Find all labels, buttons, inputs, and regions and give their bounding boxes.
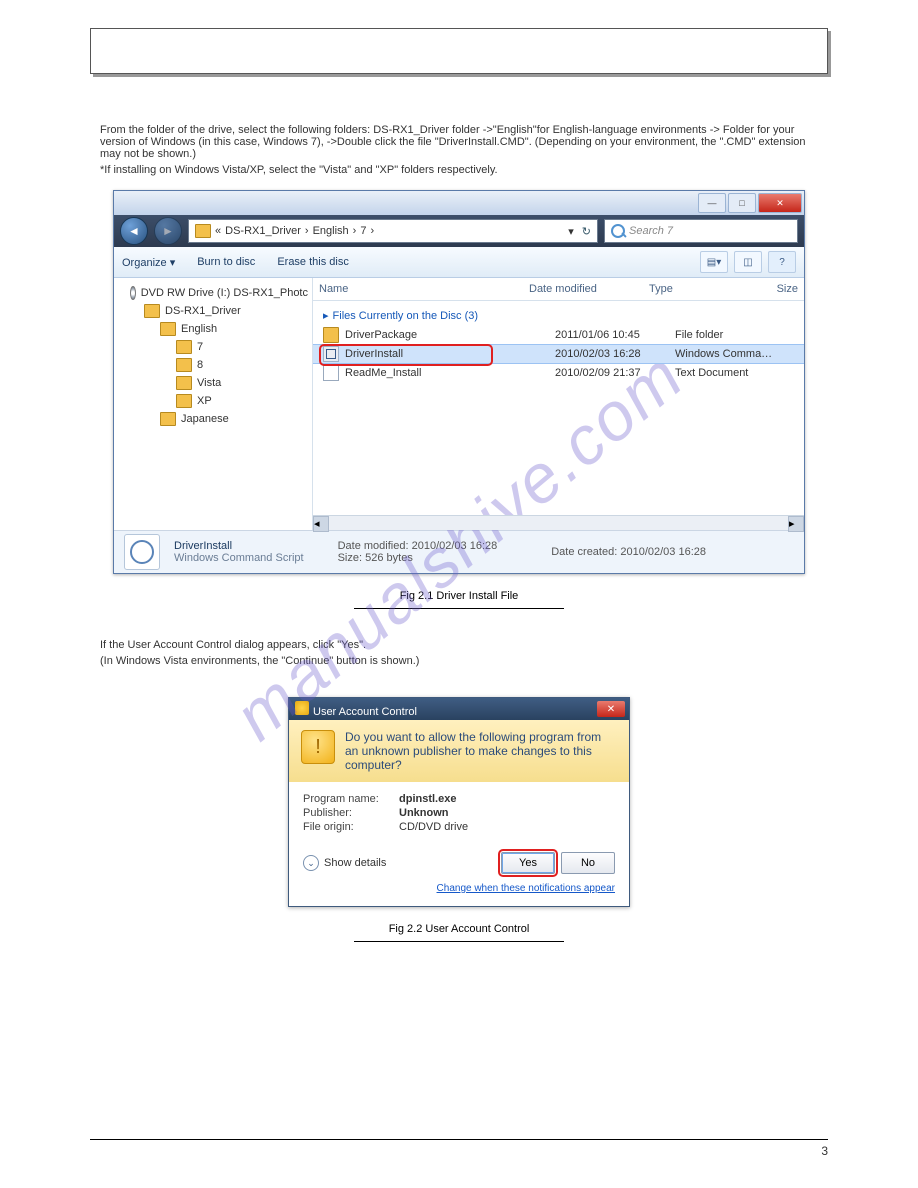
figure-1-caption: Fig 2.1 Driver Install File [90, 590, 828, 602]
column-headers[interactable]: Name Date modified Type Size [313, 278, 804, 301]
burn-button[interactable]: Burn to disc [197, 256, 255, 268]
tree-item[interactable]: Vista [118, 374, 308, 392]
disc-icon [130, 286, 136, 300]
col-type[interactable]: Type [649, 283, 759, 295]
change-notifications-link[interactable]: Change when these notifications appear [437, 883, 615, 894]
tree-item[interactable]: DS-RX1_Driver [118, 302, 308, 320]
nav-bar: ◄ ► « DS-RX1_Driver› English› 7› ▾↻ Sear… [114, 215, 804, 247]
folder-icon [176, 376, 192, 390]
erase-button[interactable]: Erase this disc [277, 256, 349, 268]
search-icon [611, 224, 625, 238]
uac-body: Program name:dpinstl.exe Publisher:Unkno… [289, 782, 629, 844]
scroll-left-button[interactable]: ◂ [313, 516, 329, 532]
page-header-box [90, 28, 828, 74]
maximize-button[interactable]: □ [728, 193, 756, 213]
uac-instruction-1: If the User Account Control dialog appea… [100, 639, 828, 651]
file-row[interactable]: ReadMe_Install 2010/02/09 21:37 Text Doc… [313, 364, 804, 382]
preview-pane-button[interactable]: ◫ [734, 251, 762, 273]
chevron-down-icon: ⌄ [303, 855, 319, 871]
folder-icon [160, 322, 176, 336]
instruction-1: From the folder of the drive, select the… [100, 124, 828, 160]
instruction-2: *If installing on Windows Vista/XP, sele… [100, 164, 828, 176]
tree-item[interactable]: DVD RW Drive (I:) DS-RX1_Photc [118, 284, 308, 302]
uac-titlebar: User Account Control ✕ [289, 698, 629, 720]
page-number: 3 [821, 1144, 828, 1158]
no-button[interactable]: No [561, 852, 615, 874]
folder-icon [160, 412, 176, 426]
group-header[interactable]: ▸Files Currently on the Disc (3) [313, 301, 804, 326]
uac-question: Do you want to allow the following progr… [345, 730, 617, 772]
close-button[interactable]: ✕ [758, 193, 802, 213]
address-bar[interactable]: « DS-RX1_Driver› English› 7› ▾↻ [188, 219, 598, 243]
details-icon [124, 534, 160, 570]
col-date[interactable]: Date modified [529, 283, 649, 295]
forward-button[interactable]: ► [154, 217, 182, 245]
scroll-right-button[interactable]: ▸ [788, 516, 804, 532]
uac-header: ! Do you want to allow the following pro… [289, 720, 629, 782]
explorer-toolbar: Organize ▾ Burn to disc Erase this disc … [114, 247, 804, 278]
breadcrumb-seg-2[interactable]: 7 [360, 225, 366, 237]
details-subtitle: Windows Command Script [174, 552, 304, 564]
window-titlebar: — □ ✕ [114, 191, 804, 215]
view-icon-button[interactable]: ▤▾ [700, 251, 728, 273]
back-button[interactable]: ◄ [120, 217, 148, 245]
uac-instruction-2: (In Windows Vista environments, the "Con… [100, 655, 828, 667]
figure-rule [354, 941, 564, 942]
warning-shield-icon: ! [301, 730, 335, 764]
figure-rule [354, 608, 564, 609]
explorer-window: — □ ✕ ◄ ► « DS-RX1_Driver› English› 7› ▾… [113, 190, 805, 574]
folder-icon [176, 394, 192, 408]
details-pane: DriverInstall Windows Command Script Dat… [114, 530, 804, 573]
page-footer: 3 [90, 1139, 828, 1158]
close-button[interactable]: ✕ [597, 701, 625, 717]
col-size[interactable]: Size [759, 283, 798, 295]
tree-item[interactable]: Japanese [118, 410, 308, 428]
tree-item[interactable]: English [118, 320, 308, 338]
show-details-toggle[interactable]: ⌄ Show details [303, 855, 386, 871]
file-list-pane: Name Date modified Type Size ▸Files Curr… [313, 278, 804, 530]
details-name: DriverInstall [174, 540, 304, 552]
folder-icon [323, 327, 339, 343]
tree-item[interactable]: 8 [118, 356, 308, 374]
folder-icon [144, 304, 160, 318]
search-placeholder: Search 7 [629, 225, 673, 237]
breadcrumb-seg-0[interactable]: DS-RX1_Driver [225, 225, 301, 237]
file-row-selected[interactable]: DriverInstall 2010/02/03 16:28 Windows C… [313, 344, 804, 364]
search-box[interactable]: Search 7 [604, 219, 798, 243]
tree-item[interactable]: 7 [118, 338, 308, 356]
uac-dialog: User Account Control ✕ ! Do you want to … [288, 697, 630, 907]
bat-icon [323, 346, 339, 362]
breadcrumb-seg-1[interactable]: English [313, 225, 349, 237]
uac-link-row: Change when these notifications appear [289, 878, 629, 906]
col-name[interactable]: Name [319, 283, 529, 295]
nav-tree[interactable]: DVD RW Drive (I:) DS-RX1_Photc DS-RX1_Dr… [114, 278, 313, 530]
organize-menu[interactable]: Organize ▾ [122, 256, 175, 269]
folder-icon [176, 340, 192, 354]
breadcrumb-prefix: « [215, 225, 221, 237]
horizontal-scrollbar[interactable]: ◂ ▸ [313, 515, 804, 530]
help-button[interactable]: ? [768, 251, 796, 273]
tree-item[interactable]: XP [118, 392, 308, 410]
gear-icon [130, 540, 154, 564]
folder-icon [195, 224, 211, 238]
shield-icon [295, 701, 309, 715]
file-row[interactable]: DriverPackage 2011/01/06 10:45 File fold… [313, 326, 804, 344]
figure-2-caption: Fig 2.2 User Account Control [90, 923, 828, 935]
uac-title: User Account Control [313, 706, 417, 718]
minimize-button[interactable]: — [698, 193, 726, 213]
txt-icon [323, 365, 339, 381]
yes-button[interactable]: Yes [501, 852, 555, 874]
folder-icon [176, 358, 192, 372]
